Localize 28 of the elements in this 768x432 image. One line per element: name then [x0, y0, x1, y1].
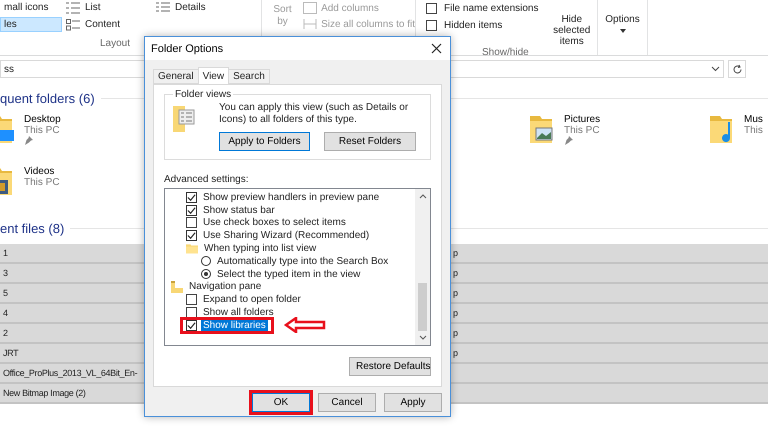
- group-label: Show/hide: [482, 47, 529, 58]
- folder-location: This PC: [564, 125, 600, 136]
- group-title: Folder views: [174, 89, 232, 100]
- dialog-title: Folder Options: [151, 42, 224, 54]
- file-name: 1: [3, 248, 8, 258]
- table-cell: p: [453, 308, 458, 318]
- table-cell: p: [453, 328, 458, 338]
- group-label: Layout: [100, 38, 130, 49]
- folder-views-text: You can apply this view (such as Details or Icons) to all folders of this type.: [219, 102, 410, 126]
- file-name: New Bitmap Image (2): [3, 388, 86, 398]
- checkbox-label: Hidden items: [444, 20, 502, 31]
- file-name: 4: [3, 308, 8, 318]
- table-cell: p: [453, 268, 458, 278]
- file-name: 5: [3, 288, 8, 298]
- file-name: Office_ProPlus_2013_VL_64Bit_En-: [3, 368, 138, 378]
- checkbox-label: File name extensions: [444, 3, 538, 14]
- folder-location: This PC: [24, 125, 61, 136]
- file-name: 3: [3, 268, 8, 278]
- section-heading: quent folders (6): [0, 90, 95, 106]
- file-name: 2: [3, 328, 8, 338]
- file-name: JRT: [3, 348, 18, 358]
- folder-location: This PC: [24, 177, 60, 188]
- advanced-settings-label: Advanced settings:: [164, 174, 250, 185]
- table-cell: p: [453, 248, 458, 258]
- folder-location: This: [744, 125, 763, 136]
- table-cell: p: [453, 348, 458, 358]
- table-cell: p: [453, 288, 458, 298]
- section-heading: ent files (8): [0, 220, 64, 236]
